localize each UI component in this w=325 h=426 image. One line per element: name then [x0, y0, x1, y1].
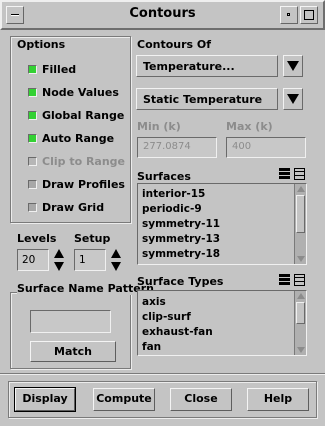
- select-all-icon[interactable]: [279, 274, 290, 286]
- maximize-icon: [304, 10, 314, 20]
- min-input[interactable]: 277.0874: [137, 137, 217, 158]
- min-label: Min (k): [137, 120, 181, 133]
- levels-decrement-icon[interactable]: [54, 262, 64, 271]
- draw-grid-checkbox[interactable]: [28, 203, 37, 212]
- filled-label: Filled: [42, 63, 77, 76]
- contours-of-label: Contours Of: [137, 38, 212, 51]
- clip-to-range-label: Clip to Range: [42, 155, 126, 168]
- minimize-button[interactable]: [280, 6, 298, 24]
- max-label: Max (k): [226, 120, 273, 133]
- clip-to-range-checkbox[interactable]: [28, 157, 37, 166]
- surface-name-pattern-label: Surface Name Pattern: [17, 282, 157, 295]
- draw-profiles-label: Draw Profiles: [42, 178, 125, 191]
- scroll-thumb[interactable]: [296, 302, 305, 324]
- contours-of-category-dropdown[interactable]: Temperature...: [136, 55, 278, 77]
- draw-profiles-checkbox[interactable]: [28, 180, 37, 189]
- surfaces-scrollbar[interactable]: [294, 184, 306, 264]
- filled-checkbox[interactable]: [28, 65, 37, 74]
- setup-increment-icon[interactable]: [111, 249, 121, 258]
- chevron-down-icon: [287, 61, 299, 71]
- levels-input[interactable]: 20: [17, 249, 49, 271]
- node-values-checkbox[interactable]: [28, 88, 37, 97]
- surfaces-list-item[interactable]: interior-15: [142, 188, 205, 200]
- select-all-icon[interactable]: [279, 168, 290, 180]
- auto-range-label: Auto Range: [42, 132, 115, 145]
- setup-label: Setup: [74, 232, 111, 245]
- button-bar-divider: [0, 373, 325, 375]
- max-input[interactable]: 400: [226, 137, 306, 158]
- contours-of-quantity-value: Static Temperature: [143, 93, 263, 106]
- surface-types-label: Surface Types: [137, 275, 224, 288]
- scroll-down-icon[interactable]: [297, 347, 305, 353]
- levels-increment-icon[interactable]: [54, 249, 64, 258]
- help-button[interactable]: Help: [247, 388, 309, 411]
- surfaces-label: Surfaces: [137, 170, 191, 183]
- surface-types-list-item[interactable]: axis: [142, 296, 166, 308]
- surface-types-list[interactable]: axis clip-surf exhaust-fan fan: [137, 290, 307, 356]
- match-button[interactable]: Match: [30, 341, 116, 362]
- window-title: Contours: [129, 6, 196, 21]
- scroll-thumb[interactable]: [296, 195, 305, 233]
- minimize-icon: [287, 13, 290, 16]
- compute-button[interactable]: Compute: [93, 388, 155, 411]
- global-range-checkbox[interactable]: [28, 111, 37, 120]
- contours-of-category-value: Temperature...: [143, 60, 235, 73]
- close-button[interactable]: Close: [170, 388, 232, 411]
- contours-of-quantity-dropdown[interactable]: Static Temperature: [136, 88, 278, 110]
- options-heading: Options: [17, 38, 66, 51]
- display-button-frame: Display: [14, 387, 76, 412]
- surfaces-list[interactable]: interior-15 periodic-9 symmetry-11 symme…: [137, 183, 307, 265]
- levels-label: Levels: [17, 232, 57, 245]
- setup-decrement-icon[interactable]: [111, 262, 121, 271]
- surface-types-scrollbar[interactable]: [294, 291, 306, 355]
- auto-range-checkbox[interactable]: [28, 134, 37, 143]
- node-values-label: Node Values: [42, 86, 119, 99]
- scroll-down-icon[interactable]: [297, 256, 305, 262]
- surfaces-list-item[interactable]: symmetry-13: [142, 233, 220, 245]
- chevron-down-icon: [287, 94, 299, 104]
- contours-of-category-arrow[interactable]: [283, 55, 303, 77]
- surface-types-list-item[interactable]: exhaust-fan: [142, 326, 213, 338]
- surface-types-list-item[interactable]: fan: [142, 341, 161, 353]
- surfaces-list-item[interactable]: periodic-9: [142, 203, 202, 215]
- scroll-up-icon[interactable]: [297, 293, 305, 299]
- global-range-label: Global Range: [42, 109, 125, 122]
- maximize-button[interactable]: [300, 6, 318, 24]
- scroll-up-icon[interactable]: [297, 186, 305, 192]
- contours-of-quantity-arrow[interactable]: [283, 88, 303, 110]
- surface-types-list-item[interactable]: clip-surf: [142, 311, 191, 323]
- surface-name-pattern-input[interactable]: [30, 310, 111, 333]
- draw-grid-label: Draw Grid: [42, 201, 105, 214]
- display-button[interactable]: Display: [15, 388, 75, 411]
- setup-input[interactable]: 1: [74, 249, 106, 271]
- surfaces-list-item[interactable]: symmetry-11: [142, 218, 220, 230]
- deselect-all-icon[interactable]: [294, 168, 305, 180]
- surfaces-list-item[interactable]: symmetry-18: [142, 248, 220, 260]
- deselect-all-icon[interactable]: [294, 274, 305, 286]
